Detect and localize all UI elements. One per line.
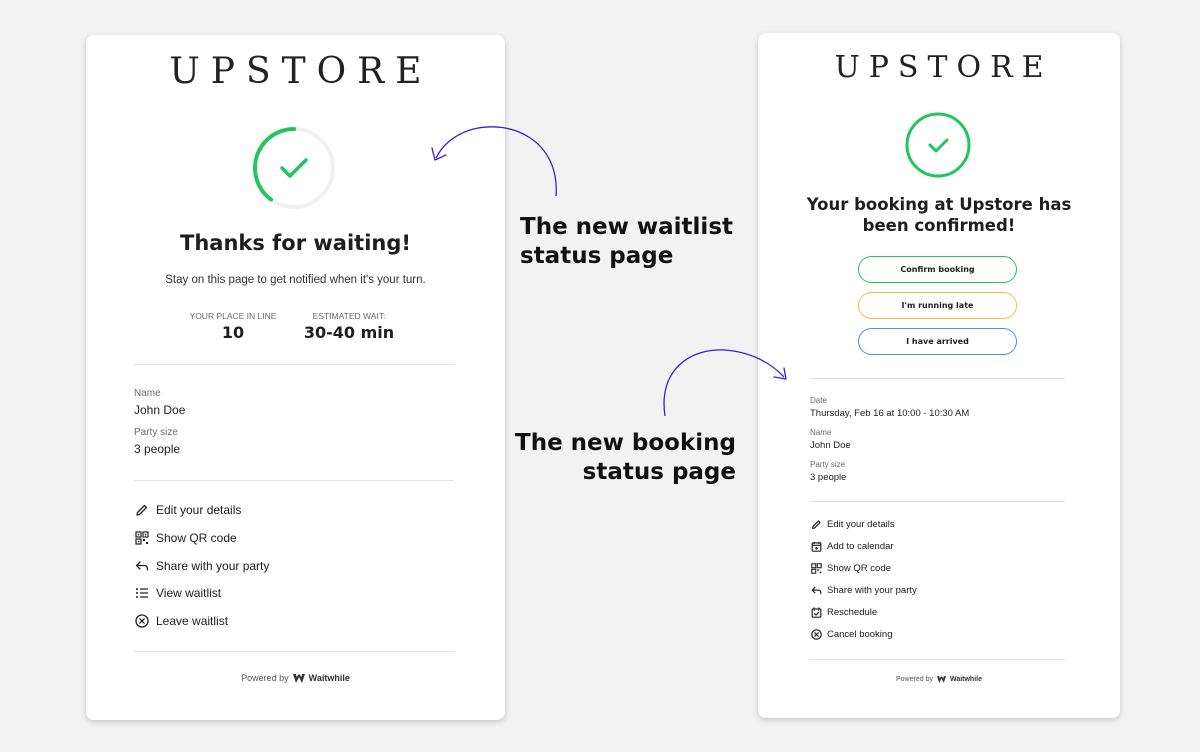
- annotation-arrows: [431, 126, 787, 417]
- curved-arrow-icon: [435, 126, 557, 197]
- waitlist-callout-line2: status page: [520, 243, 674, 269]
- booking-callout-line1: The new booking: [515, 430, 736, 456]
- waitlist-callout: The new waitlist status page: [520, 213, 733, 271]
- curved-arrow-icon: [663, 349, 785, 417]
- booking-callout-line2: status page: [582, 459, 736, 485]
- waitlist-callout-line1: The new waitlist: [520, 214, 733, 240]
- booking-callout: The new booking status page: [500, 429, 736, 487]
